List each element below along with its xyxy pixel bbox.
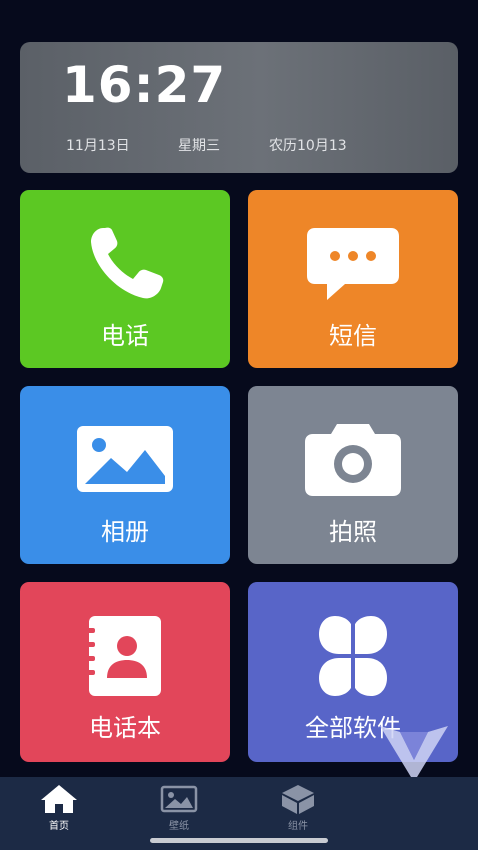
tile-label: 短信 <box>329 322 377 350</box>
tile-label: 电话 <box>101 322 149 350</box>
home-indicator[interactable] <box>150 838 328 843</box>
contacts-book-icon <box>85 616 161 696</box>
tile-messages[interactable]: 短信 <box>248 190 458 368</box>
tile-label: 拍照 <box>329 518 377 546</box>
nav-widgets[interactable]: 组件 <box>268 783 328 832</box>
nav-wallpaper[interactable]: 壁纸 <box>149 783 209 832</box>
tile-camera[interactable]: 拍照 <box>248 386 458 564</box>
home-icon <box>41 785 77 813</box>
clock-time: 16:27 <box>62 56 227 114</box>
widget-cube-icon <box>282 785 314 814</box>
nav-home[interactable]: 首页 <box>29 783 89 832</box>
clock-date: 11月13日 <box>66 138 130 154</box>
gallery-icon <box>77 426 173 492</box>
clock-lunar-date: 农历10月13 <box>269 138 347 154</box>
tile-label: 电话本 <box>89 714 161 742</box>
status-bar <box>0 0 478 36</box>
clock-weekday: 星期三 <box>178 138 220 154</box>
tile-phone[interactable]: 电话 <box>20 190 230 368</box>
nav-label: 首页 <box>49 821 69 832</box>
tile-contacts[interactable]: 电话本 <box>20 582 230 762</box>
clock-widget[interactable]: 16:27 11月13日 星期三 农历10月13 <box>20 42 458 173</box>
nav-label: 组件 <box>288 821 308 832</box>
nav-label: 壁纸 <box>169 821 189 832</box>
launcher-screen: 16:27 11月13日 星期三 农历10月13 电话 短信 相册 拍照 电话本… <box>0 0 478 850</box>
message-icon <box>307 228 399 300</box>
wallpaper-icon <box>160 785 198 813</box>
camera-icon <box>305 424 401 496</box>
phone-icon <box>91 227 164 299</box>
tile-gallery[interactable]: 相册 <box>20 386 230 564</box>
tile-label: 相册 <box>101 518 149 546</box>
clover-apps-icon <box>315 614 391 698</box>
